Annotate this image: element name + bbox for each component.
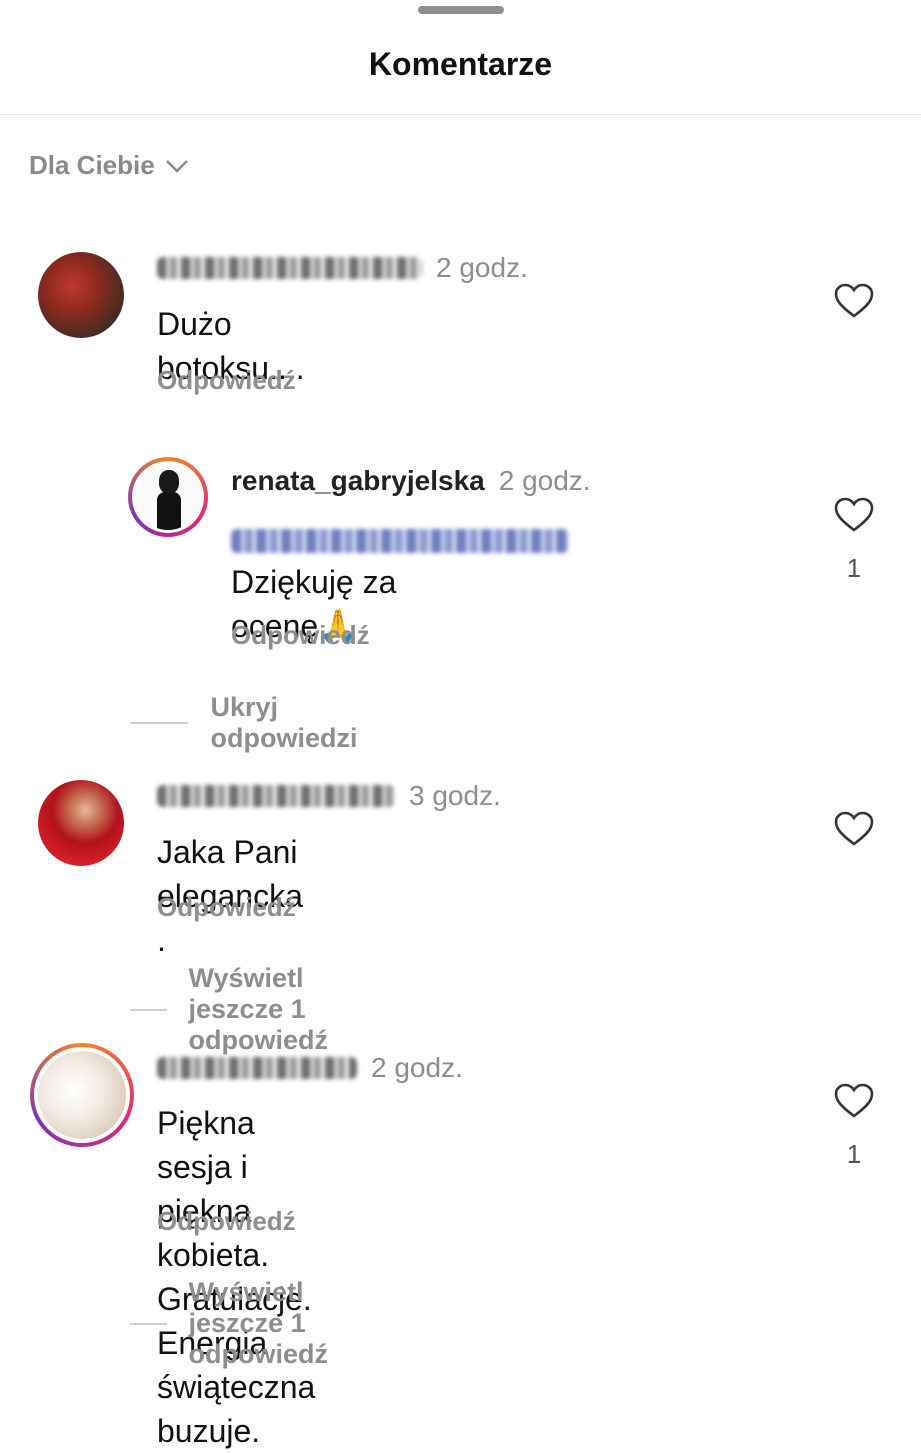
view-replies-button[interactable]: Wyświetl jeszcze 1 odpowiedź [130, 1277, 369, 1370]
sort-dropdown[interactable]: Dla Ciebie [29, 150, 189, 181]
avatar [34, 1047, 130, 1143]
username-redacted[interactable] [157, 1057, 357, 1079]
username-redacted[interactable] [157, 257, 422, 279]
mention-redacted[interactable] [231, 528, 569, 553]
sheet-title: Komentarze [368, 46, 553, 82]
comment-time: 2 godz. [371, 1052, 463, 1083]
reply-text-part1: Dziękuję za [231, 564, 397, 600]
view-replies-label: Wyświetl jeszcze 1 odpowiedź [188, 963, 328, 1055]
view-replies-label: Wyświetl jeszcze 1 odpowiedź [188, 1277, 328, 1369]
hide-replies-label: Ukryj odpowiedzi [210, 692, 358, 753]
heart-outline-icon[interactable] [834, 497, 874, 533]
chevron-down-icon [165, 159, 188, 173]
avatar[interactable] [38, 252, 124, 338]
sort-label: Dla Ciebie [29, 150, 155, 180]
heart-outline-icon[interactable] [834, 1083, 874, 1119]
reply-username[interactable]: renata_gabryjelska [231, 465, 485, 497]
reply-button[interactable]: Odpowiedź [157, 1206, 296, 1237]
avatar[interactable] [38, 780, 124, 866]
view-replies-button[interactable]: Wyświetl jeszcze 1 odpowiedź [130, 963, 369, 1056]
hide-replies-button[interactable]: Ukryj odpowiedzi [130, 692, 377, 754]
like-count: 1 [846, 553, 862, 583]
avatar-story-ring[interactable] [30, 1043, 134, 1147]
reply-button[interactable]: Odpowiedź [157, 892, 296, 923]
thread-line [130, 1008, 167, 1011]
reply-time: 2 godz. [498, 465, 591, 496]
drag-handle[interactable] [418, 6, 504, 14]
thread-line [130, 722, 189, 724]
comment-time: 3 godz. [409, 780, 501, 811]
thread-line [130, 1322, 167, 1325]
heart-outline-icon[interactable] [834, 283, 874, 319]
reply-button[interactable]: Odpowiedź [157, 365, 296, 396]
avatar [132, 461, 204, 533]
avatar-story-ring[interactable] [128, 457, 208, 537]
heart-outline-icon[interactable] [834, 811, 874, 847]
username-redacted[interactable] [157, 785, 395, 807]
comment-time: 2 godz. [436, 252, 528, 283]
like-count: 1 [846, 1139, 862, 1169]
comment-text-line1: Piękna sesja i piękna kobieta. [157, 1105, 270, 1273]
header-divider [0, 114, 921, 115]
reply-button[interactable]: Odpowiedź [231, 620, 370, 651]
